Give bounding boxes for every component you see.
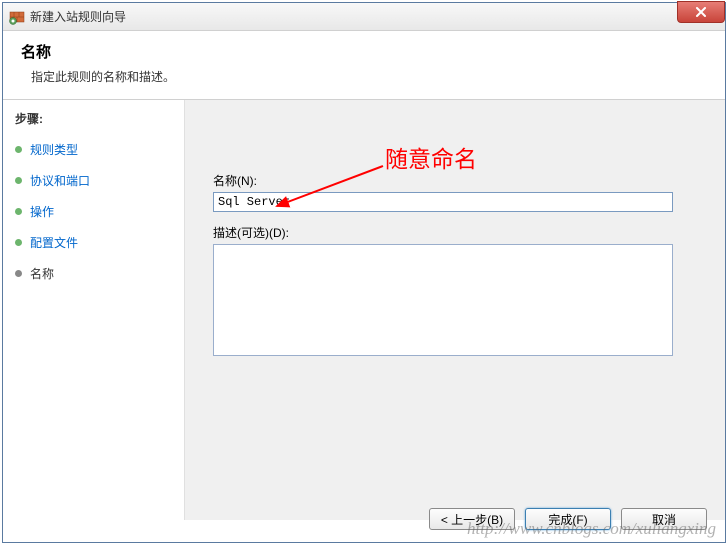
step-label: 规则类型: [30, 141, 78, 158]
back-button[interactable]: < 上一步(B): [429, 508, 515, 530]
firewall-icon: [9, 9, 25, 25]
step-label: 配置文件: [30, 234, 78, 251]
step-profile[interactable]: 配置文件: [15, 230, 184, 255]
page-title: 名称: [21, 41, 707, 62]
name-label: 名称(N):: [213, 172, 697, 189]
button-bar: < 上一步(B) 完成(F) 取消: [429, 508, 707, 530]
step-label: 协议和端口: [30, 172, 90, 189]
wizard-body: 步骤: 规则类型 协议和端口 操作 配置文件 名称 随意: [3, 100, 725, 520]
name-input[interactable]: [213, 192, 673, 212]
description-label: 描述(可选)(D):: [213, 224, 697, 241]
page-subtitle: 指定此规则的名称和描述。: [31, 68, 707, 85]
description-textarea[interactable]: [213, 244, 673, 356]
cancel-button[interactable]: 取消: [621, 508, 707, 530]
wizard-header: 名称 指定此规则的名称和描述。: [3, 31, 725, 100]
window-title: 新建入站规则向导: [30, 8, 126, 25]
bullet-icon: [15, 270, 22, 277]
step-label: 操作: [30, 203, 54, 220]
bullet-icon: [15, 177, 22, 184]
steps-title: 步骤:: [15, 110, 184, 127]
steps-sidebar: 步骤: 规则类型 协议和端口 操作 配置文件 名称: [3, 100, 185, 520]
bullet-icon: [15, 208, 22, 215]
titlebar: 新建入站规则向导: [3, 3, 725, 31]
step-action[interactable]: 操作: [15, 199, 184, 224]
main-panel: 随意命名 名称(N): 描述(可选)(D):: [185, 100, 725, 520]
annotation-text: 随意命名: [385, 140, 477, 174]
close-button[interactable]: [677, 1, 725, 23]
step-name[interactable]: 名称: [15, 261, 184, 286]
step-label: 名称: [30, 265, 54, 282]
step-rule-type[interactable]: 规则类型: [15, 137, 184, 162]
step-protocol-port[interactable]: 协议和端口: [15, 168, 184, 193]
bullet-icon: [15, 239, 22, 246]
wizard-window: 新建入站规则向导 名称 指定此规则的名称和描述。 步骤: 规则类型 协议和端口 …: [2, 2, 726, 543]
finish-button[interactable]: 完成(F): [525, 508, 611, 530]
bullet-icon: [15, 146, 22, 153]
